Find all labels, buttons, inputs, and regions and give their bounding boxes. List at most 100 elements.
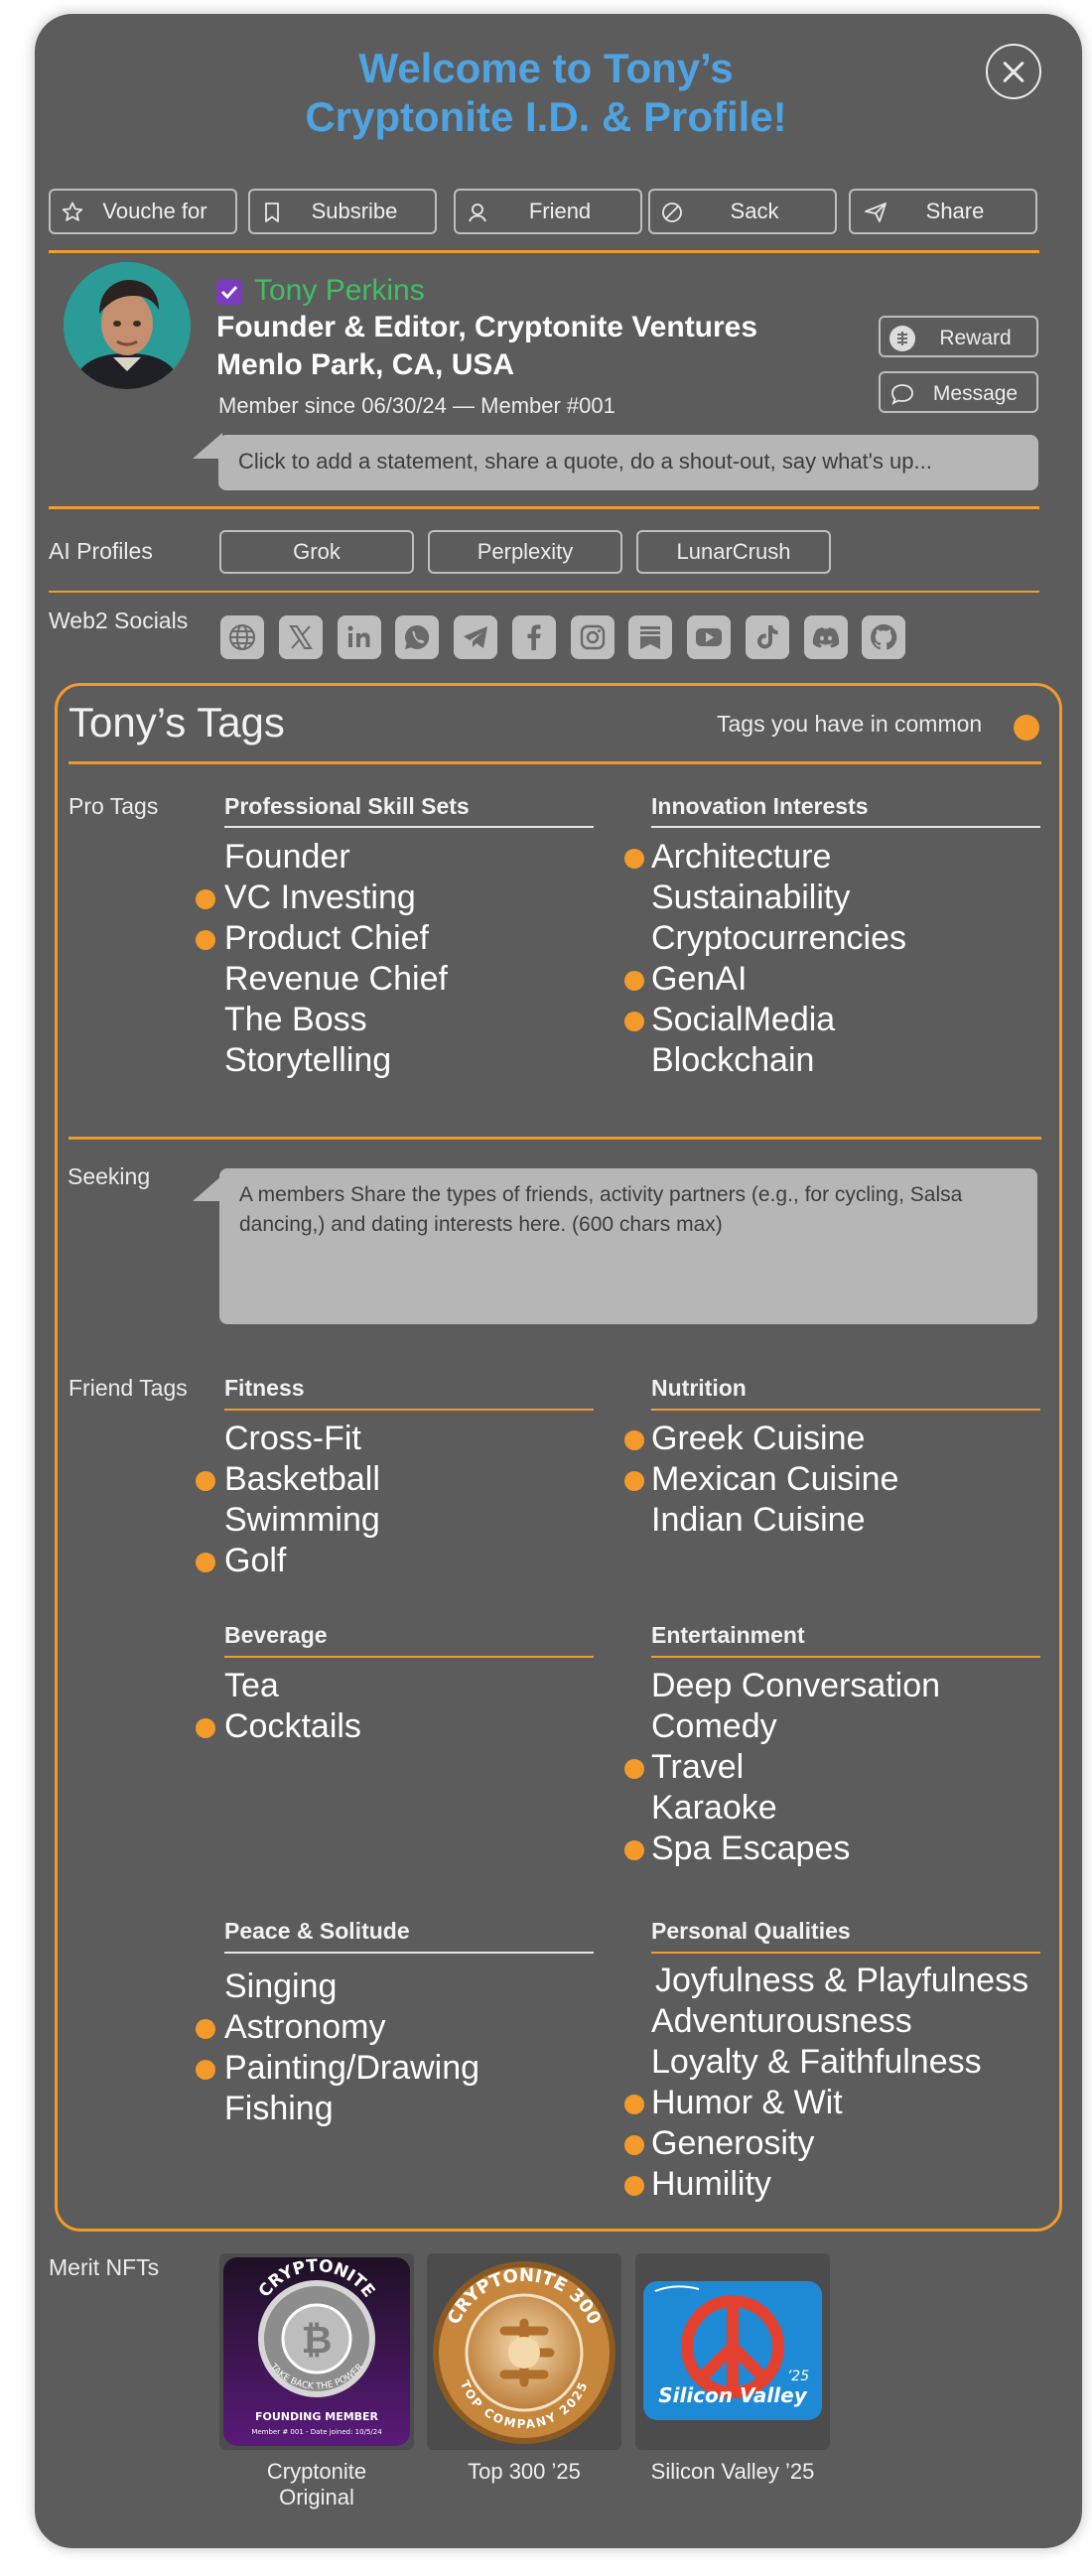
friend-icon xyxy=(469,203,486,222)
common-tag-dot-legend xyxy=(1014,715,1039,741)
tag-revenue-chief[interactable]: Revenue Chief xyxy=(224,959,448,1000)
reward-button[interactable]: Reward xyxy=(879,316,1038,357)
nft-badge-sub: FOUNDING MEMBER xyxy=(255,2410,379,2423)
tag-indian-cuisine[interactable]: Indian Cuisine xyxy=(651,1500,865,1541)
github-icon[interactable] xyxy=(862,615,905,659)
tag-loyalty[interactable]: Loyalty & Faithfulness xyxy=(651,2042,982,2083)
close-button[interactable] xyxy=(986,44,1041,99)
common-tag-dot xyxy=(196,1718,215,1738)
fitness-title: Fitness xyxy=(224,1375,305,1401)
common-tag-dot xyxy=(196,1471,215,1491)
tag-blockchain[interactable]: Blockchain xyxy=(651,1040,814,1081)
tag-tea[interactable]: Tea xyxy=(224,1666,279,1706)
common-tag-dot xyxy=(624,2095,644,2114)
tag-travel[interactable]: Travel xyxy=(651,1747,744,1788)
avatar[interactable] xyxy=(64,262,191,389)
tag-the-boss[interactable]: The Boss xyxy=(224,1000,367,1040)
divider xyxy=(68,761,1041,764)
tag-fishing[interactable]: Fishing xyxy=(224,2089,334,2129)
tag-astronomy[interactable]: Astronomy xyxy=(224,2007,386,2048)
youtube-icon[interactable] xyxy=(687,615,731,659)
tag-generosity[interactable]: Generosity xyxy=(651,2123,814,2164)
profile-name[interactable]: Tony Perkins xyxy=(254,274,425,308)
common-tag-dot xyxy=(624,1840,644,1860)
tag-sustainability[interactable]: Sustainability xyxy=(651,878,850,918)
divider xyxy=(651,1656,1040,1658)
message-button[interactable]: Message xyxy=(879,371,1038,413)
tag-mexican-cuisine[interactable]: Mexican Cuisine xyxy=(651,1459,898,1500)
nft-cryptonite-original[interactable]: ₿ CRYPTONITE TAKE BACK THE POWER FOUNDIN… xyxy=(219,2253,414,2450)
divider xyxy=(49,591,1039,593)
common-tag-dot xyxy=(196,930,215,950)
skills-title: Professional Skill Sets xyxy=(224,793,470,819)
vouch-button[interactable]: Vouche for xyxy=(49,189,237,234)
tag-vc-investing[interactable]: VC Investing xyxy=(224,878,416,918)
x-icon[interactable] xyxy=(279,615,323,659)
divider xyxy=(224,1952,594,1954)
nft-top-300[interactable]: CRYPTONITE 300 TOP COMPANY 2025 xyxy=(427,2253,621,2450)
tag-architecture[interactable]: Architecture xyxy=(651,837,831,878)
tag-genai[interactable]: GenAI xyxy=(651,959,747,1000)
instagram-icon[interactable] xyxy=(571,615,614,659)
ai-profile-perplexity[interactable]: Perplexity xyxy=(428,530,622,574)
nft-caption: Cryptonite xyxy=(266,2459,367,2484)
tag-product-chief[interactable]: Product Chief xyxy=(224,918,429,959)
common-tag-dot xyxy=(624,1430,644,1450)
telegram-icon[interactable] xyxy=(454,615,497,659)
tag-storytelling[interactable]: Storytelling xyxy=(224,1040,391,1081)
tag-golf[interactable]: Golf xyxy=(224,1541,286,1581)
tag-adventurousness[interactable]: Adventurousness xyxy=(651,2001,912,2042)
globe-icon[interactable] xyxy=(220,615,264,659)
common-tag-dot xyxy=(196,1553,215,1572)
tag-greek-cuisine[interactable]: Greek Cuisine xyxy=(651,1419,865,1459)
tag-socialmedia[interactable]: SocialMedia xyxy=(651,1000,835,1040)
common-tag-dot xyxy=(196,2019,215,2039)
discord-icon[interactable] xyxy=(804,615,848,659)
ai-profile-grok[interactable]: Grok xyxy=(219,530,414,574)
divider xyxy=(224,1409,594,1411)
tag-swimming[interactable]: Swimming xyxy=(224,1500,380,1541)
nft-silicon-valley[interactable]: Silicon Valley ’25 xyxy=(635,2253,830,2450)
tag-humor-wit[interactable]: Humor & Wit xyxy=(651,2083,843,2123)
sack-button[interactable]: Sack xyxy=(648,189,837,234)
tiktok-icon[interactable] xyxy=(746,615,789,659)
tag-joyfulness[interactable]: Joyfulness & Playfulness xyxy=(655,1961,1028,2001)
verified-icon xyxy=(216,279,242,305)
whatsapp-icon[interactable] xyxy=(395,615,439,659)
friend-tags-label: Friend Tags xyxy=(68,1375,188,1401)
peace-title: Peace & Solitude xyxy=(224,1918,410,1944)
tag-karaoke[interactable]: Karaoke xyxy=(651,1788,777,1829)
statement-input[interactable]: Click to add a statement, share a quote,… xyxy=(218,435,1038,490)
share-button[interactable]: Share xyxy=(849,189,1037,234)
divider xyxy=(49,506,1039,509)
tag-basketball[interactable]: Basketball xyxy=(224,1459,380,1500)
profile-title: Founder & Editor, Cryptonite Ventures xyxy=(216,311,758,343)
subscribe-button[interactable]: Subsribe xyxy=(248,189,437,234)
tag-comedy[interactable]: Comedy xyxy=(651,1706,777,1747)
tags-title: Tony’s Tags xyxy=(68,699,285,746)
friend-button[interactable]: Friend xyxy=(454,189,642,234)
merit-nfts-label: Merit NFTs xyxy=(49,2254,160,2280)
tag-cross-fit[interactable]: Cross-Fit xyxy=(224,1419,361,1459)
tag-founder[interactable]: Founder xyxy=(224,837,350,878)
divider xyxy=(651,1952,1040,1954)
tag-cryptocurrencies[interactable]: Cryptocurrencies xyxy=(651,918,906,959)
ai-profiles-label: AI Profiles xyxy=(49,538,153,564)
tag-spa-escapes[interactable]: Spa Escapes xyxy=(651,1829,850,1869)
tag-cocktails[interactable]: Cocktails xyxy=(224,1706,361,1747)
send-icon xyxy=(865,203,887,222)
seeking-input[interactable]: A members Share the types of friends, ac… xyxy=(219,1168,1037,1324)
tag-singing[interactable]: Singing xyxy=(224,1966,337,2007)
common-tag-dot xyxy=(624,849,644,869)
tag-deep-conversation[interactable]: Deep Conversation xyxy=(651,1666,940,1706)
tag-painting-drawing[interactable]: Painting/Drawing xyxy=(224,2048,479,2089)
facebook-icon[interactable] xyxy=(512,615,556,659)
common-tag-dot xyxy=(624,1759,644,1779)
innovation-title: Innovation Interests xyxy=(651,793,869,819)
ai-profile-lunarcrush[interactable]: LunarCrush xyxy=(636,530,831,574)
divider xyxy=(224,826,594,828)
tag-humility[interactable]: Humility xyxy=(651,2164,771,2205)
common-tag-dot xyxy=(624,1471,644,1491)
substack-icon[interactable] xyxy=(628,615,672,659)
linkedin-icon[interactable] xyxy=(338,615,381,659)
